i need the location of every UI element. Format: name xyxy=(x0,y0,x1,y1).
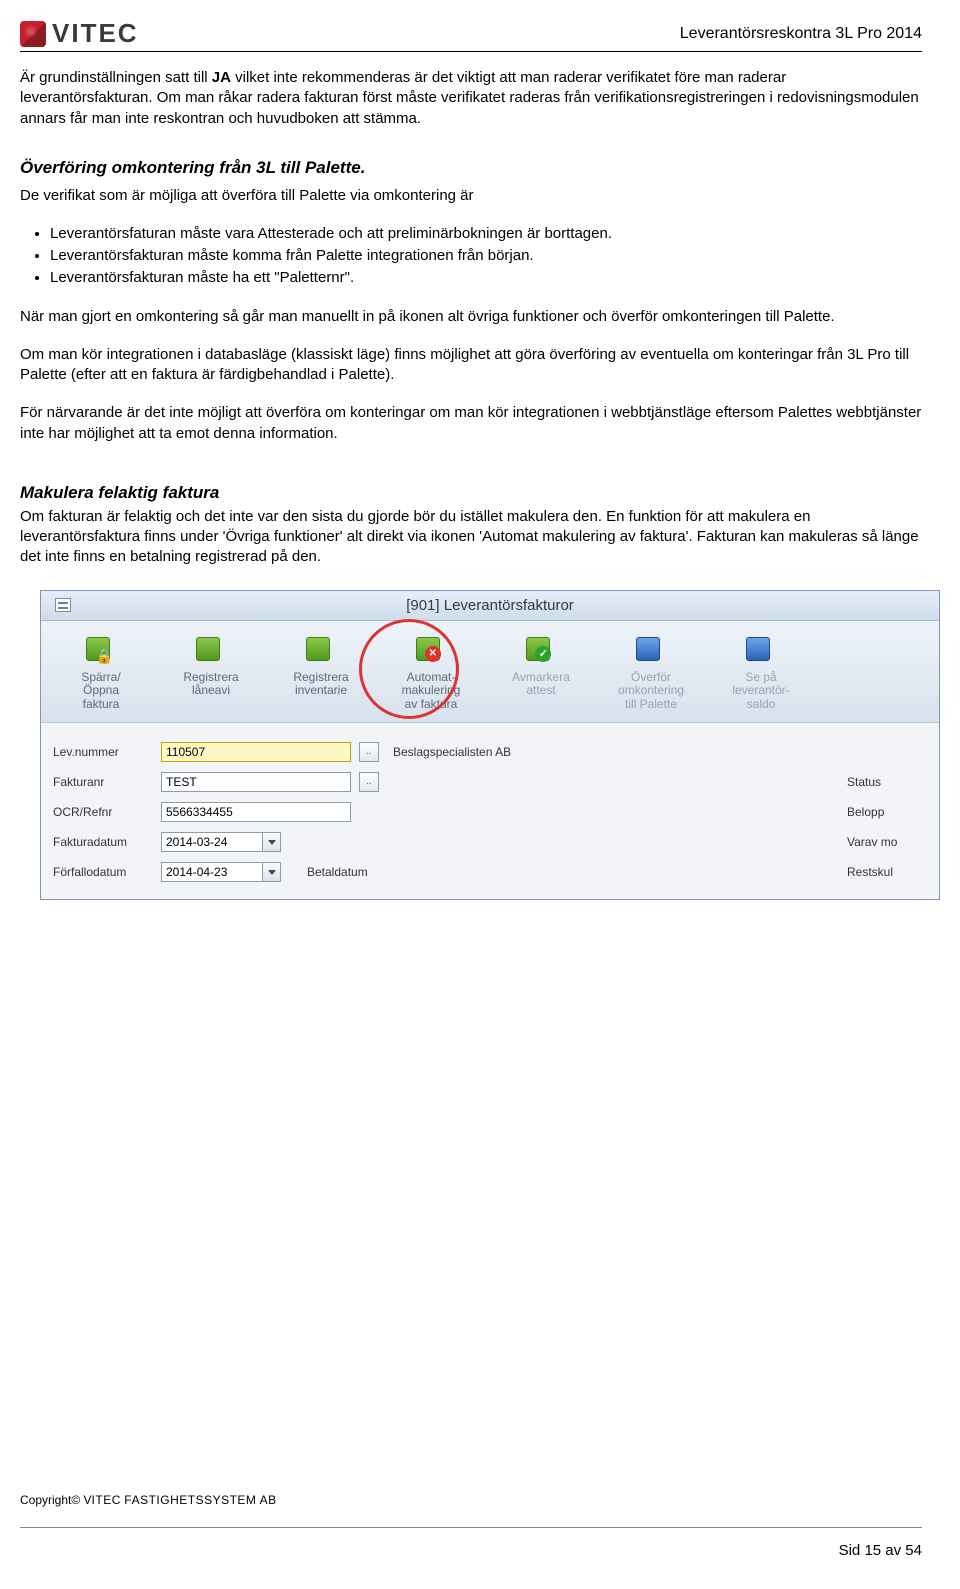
toolbar-overfor-omkontering[interactable]: Överför omkontering till Palette xyxy=(605,633,697,712)
view-icon xyxy=(742,633,780,667)
paragraph: Om man kör integrationen i databasläge (… xyxy=(20,345,922,386)
levnummer-input[interactable] xyxy=(161,742,351,762)
levnummer-lookup-button[interactable]: .. xyxy=(359,742,379,762)
document-header-title: Leverantörsreskontra 3L Pro 2014 xyxy=(20,25,922,43)
toolbar-automat-makulering[interactable]: Automat- makulering av faktura xyxy=(385,633,477,712)
toolbar-sparra-oppna-faktura[interactable]: Spärra/ Öppna faktura xyxy=(55,633,147,712)
paragraph-intro: Är grundinställningen satt till JA vilke… xyxy=(20,68,922,129)
chevron-down-icon xyxy=(268,870,276,875)
page-footer: Copyright© VITEC FASTIGHETSSYSTEM AB Sid… xyxy=(20,1493,922,1559)
bullet-list: Leverantörsfaturan måste vara Attesterad… xyxy=(50,224,922,289)
leverantor-name: Beslagspecialisten AB xyxy=(387,745,511,759)
paragraph: Om fakturan är felaktig och det inte var… xyxy=(20,507,922,568)
toolbar-se-pa-leverantorsaldo[interactable]: Se på leverantör- saldo xyxy=(715,633,807,712)
app-titlebar: [901] Leverantörsfakturor xyxy=(41,591,939,621)
heading-overforing: Överföring omkontering från 3L till Pale… xyxy=(20,157,922,180)
document-icon xyxy=(192,633,230,667)
belopp-label: Belopp xyxy=(847,805,927,819)
logo-text: VITEC xyxy=(52,18,139,49)
app-form: Lev.nummer .. Beslagspecialisten AB Fakt… xyxy=(41,723,939,899)
logo-mark-icon xyxy=(20,21,46,47)
list-item: Leverantörsfakturan måste ha ett "Palett… xyxy=(50,268,922,288)
fakturanr-lookup-button[interactable]: .. xyxy=(359,772,379,792)
toolbar-avmarkera-attest[interactable]: Avmarkera attest xyxy=(495,633,587,712)
forfallodatum-input[interactable] xyxy=(161,862,263,882)
header-divider xyxy=(20,51,922,52)
forfallodatum-label: Förfallodatum xyxy=(53,865,153,879)
ocr-input[interactable] xyxy=(161,802,351,822)
delete-icon xyxy=(412,633,450,667)
page-number: Sid 15 av 54 xyxy=(20,1542,922,1559)
check-icon xyxy=(522,633,560,667)
paragraph: För närvarande är det inte möjligt att ö… xyxy=(20,403,922,444)
window-title: [901] Leverantörsfakturor xyxy=(41,597,939,614)
fakturanr-label: Fakturanr xyxy=(53,775,153,789)
status-label: Status xyxy=(847,775,927,789)
paragraph-lead: De verifikat som är möjliga att överföra… xyxy=(20,186,922,206)
fakturanr-input[interactable] xyxy=(161,772,351,792)
lock-icon xyxy=(82,633,120,667)
fakturadatum-label: Fakturadatum xyxy=(53,835,153,849)
fakturadatum-dropdown-button[interactable] xyxy=(263,832,281,852)
document-icon xyxy=(302,633,340,667)
heading-makulera: Makulera felaktig faktura xyxy=(20,482,922,505)
levnummer-label: Lev.nummer xyxy=(53,745,153,759)
fakturadatum-input[interactable] xyxy=(161,832,263,852)
forfallodatum-dropdown-button[interactable] xyxy=(263,862,281,882)
list-item: Leverantörsfaturan måste vara Attesterad… xyxy=(50,224,922,244)
copyright: Copyright© VITEC FASTIGHETSSYSTEM AB xyxy=(20,1493,922,1507)
transfer-icon xyxy=(632,633,670,667)
varav-label: Varav mo xyxy=(847,835,927,849)
restskul-label: Restskul xyxy=(847,865,927,879)
app-toolbar: Spärra/ Öppna faktura Registrera låneavi… xyxy=(41,621,939,723)
paragraph: När man gjort en omkontering så går man … xyxy=(20,307,922,327)
app-window: [901] Leverantörsfakturor Spärra/ Öppna … xyxy=(40,590,940,900)
chevron-down-icon xyxy=(268,840,276,845)
footer-divider xyxy=(20,1527,922,1528)
betaldatum-label: Betaldatum xyxy=(307,865,397,879)
ocr-label: OCR/Refnr xyxy=(53,805,153,819)
toolbar-registrera-laneavi[interactable]: Registrera låneavi xyxy=(165,633,257,712)
list-item: Leverantörsfakturan måste komma från Pal… xyxy=(50,246,922,266)
toolbar-registrera-inventarie[interactable]: Registrera inventarie xyxy=(275,633,367,712)
